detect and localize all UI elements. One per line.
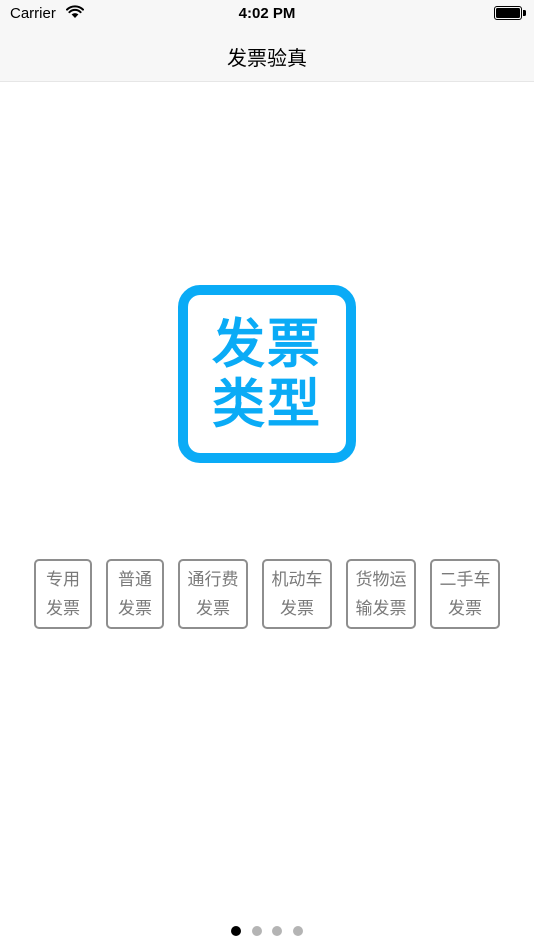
tag-freight-transport-invoice: 货物运 输发票 xyxy=(346,559,416,629)
page-dot-4[interactable] xyxy=(293,926,303,936)
tag-used-car-invoice: 二手车 发票 xyxy=(430,559,500,629)
page-dot-2[interactable] xyxy=(252,926,262,936)
clock: 4:02 PM xyxy=(238,5,296,22)
invoice-type-logo: 发票 类型 xyxy=(178,285,356,463)
page-dot-1[interactable] xyxy=(231,926,241,936)
tag-motor-vehicle-invoice: 机动车 发票 xyxy=(262,559,332,629)
logo-text-line1: 发票 xyxy=(212,314,322,375)
tag-special-invoice: 专用 发票 xyxy=(34,559,92,629)
logo-text-line2: 类型 xyxy=(212,374,322,435)
tag-toll-invoice: 通行费 发票 xyxy=(178,559,248,629)
battery-icon xyxy=(494,6,526,20)
navigation-bar: 发票验真 xyxy=(0,28,534,82)
status-bar: Carrier 4:02 PM xyxy=(0,0,534,28)
tag-ordinary-invoice: 普通 发票 xyxy=(106,559,164,629)
page-dot-3[interactable] xyxy=(272,926,282,936)
page-title: 发票验真 xyxy=(227,46,307,70)
